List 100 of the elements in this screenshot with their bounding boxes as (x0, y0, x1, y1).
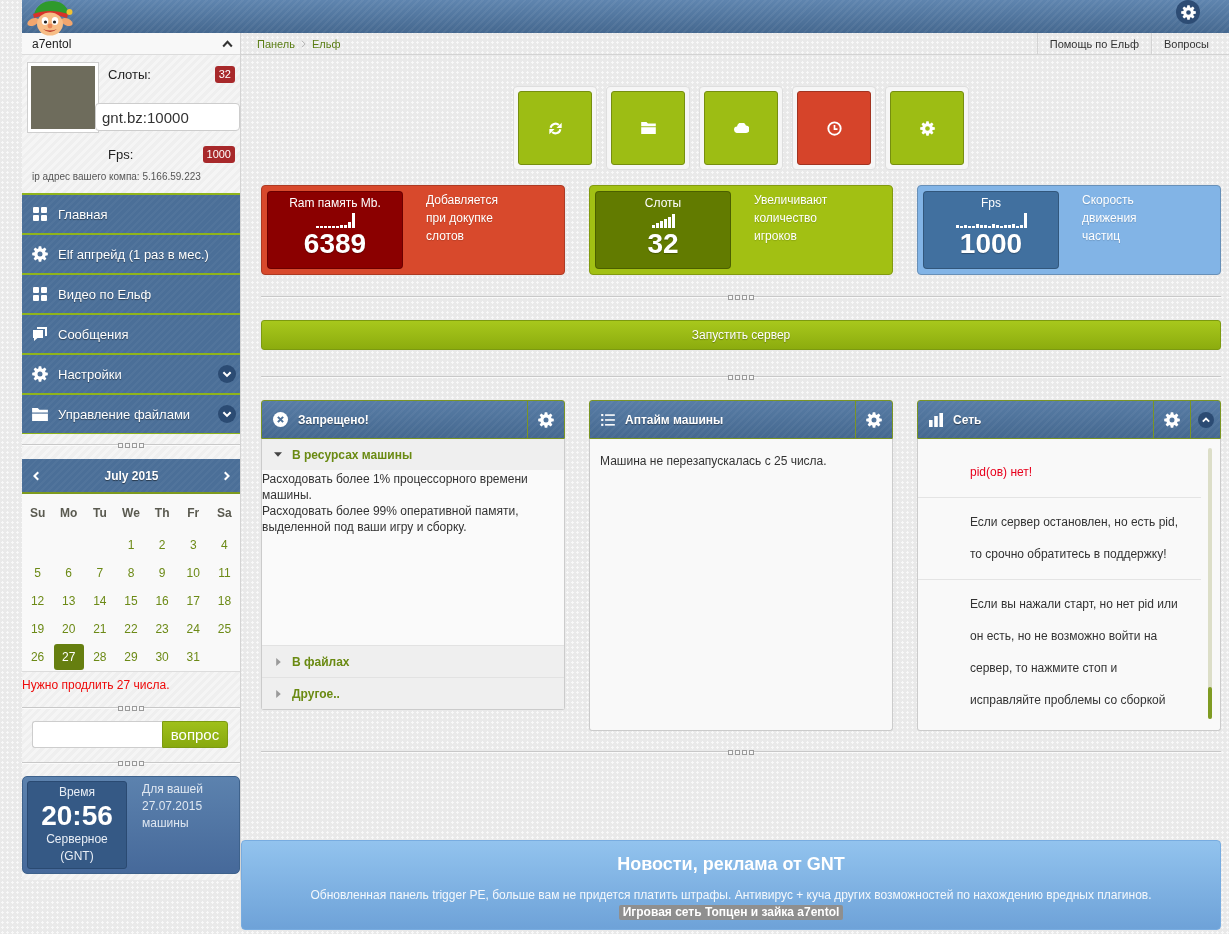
chevron-down-icon (218, 405, 236, 423)
header-link[interactable]: Вопросы (1150, 33, 1221, 54)
fps-count: 1000 (202, 145, 235, 163)
drag-handle-icon (728, 374, 754, 380)
menu-item[interactable]: Сообщения (22, 313, 240, 353)
breadcrumb-link[interactable]: Панель (257, 37, 295, 50)
stat-label: Ram память Mb. (289, 196, 381, 210)
drag-handle-icon (118, 705, 144, 711)
stat-value: 32 (647, 229, 679, 259)
panel-title: Аптайм машины (625, 412, 725, 427)
calendar-day[interactable]: 31 (178, 644, 209, 670)
weekday-label: We (121, 505, 141, 522)
ip-address-text: ip адрес вашего компа: 5.166.59.223 (32, 171, 202, 183)
photo-placeholder (27, 62, 99, 133)
clock-icon (826, 120, 842, 136)
calendar-day[interactable]: 23 (147, 616, 178, 642)
gear-icon (538, 411, 554, 428)
calendar-day[interactable]: 12 (22, 588, 53, 614)
collapse-button[interactable] (222, 39, 233, 48)
bar-sparkline (651, 212, 675, 228)
calendar-day[interactable]: 9 (147, 560, 178, 586)
cloud-icon (733, 123, 749, 133)
menu-item[interactable]: Управление файлами (22, 393, 240, 433)
accordion-header[interactable]: В ресурсах машины (262, 439, 564, 470)
chevron-down-icon (218, 365, 236, 383)
gear-icon (866, 411, 882, 428)
clock-title: Время (58, 785, 96, 799)
calendar-day[interactable]: 26 (22, 644, 53, 670)
calendar-day[interactable]: 4 (209, 532, 240, 558)
rule-text: Расходовать более 1% процессорного времени машины. (262, 471, 529, 503)
calendar-day[interactable]: 18 (209, 588, 240, 614)
calendar-day[interactable]: 20 (53, 616, 84, 642)
clock-note: Для вашей 27.07.2015 машины (142, 781, 204, 832)
weekday-label: Tu (91, 505, 108, 522)
calendar-day[interactable]: 7 (84, 560, 115, 586)
chevron-up-icon (1197, 411, 1214, 428)
gear-icon (919, 120, 935, 136)
message-text: Если сервер остановлен, но есть pid, то срочно обратитесь в поддержку! (970, 514, 1179, 563)
menu-item[interactable]: Главная (22, 193, 240, 233)
calendar-title: July 2015 (104, 468, 159, 483)
calendar-day[interactable]: 27 (53, 644, 84, 670)
server-address-field[interactable]: gnt.bz:10000 (95, 103, 240, 131)
calendar-day[interactable]: 6 (53, 560, 84, 586)
calendar-day[interactable]: 10 (178, 560, 209, 586)
calendar-day[interactable]: 17 (178, 588, 209, 614)
folder-icon (640, 122, 656, 134)
calendar-day[interactable]: 3 (178, 532, 209, 558)
settings-button[interactable] (1176, 0, 1200, 24)
menu-item[interactable]: Видео по Ельф (22, 273, 240, 313)
question-button[interactable]: вопрос (162, 721, 228, 748)
stat-description: Добавляется при докупке слотов (426, 192, 499, 245)
calendar-day[interactable]: 1 (116, 532, 146, 558)
drag-handle-icon (118, 442, 144, 448)
calendar-day[interactable]: 29 (116, 644, 146, 670)
calendar-day[interactable]: 21 (84, 616, 115, 642)
x-circle-icon (273, 412, 288, 427)
bar-sparkline (955, 212, 1027, 228)
next-month-button[interactable] (223, 470, 230, 481)
calendar-day[interactable]: 13 (53, 588, 84, 614)
start-server-button[interactable]: Запустить сервер (261, 320, 1221, 350)
weekday-label: Mo (59, 505, 79, 522)
calendar-day[interactable]: 8 (116, 560, 146, 586)
accordion-header[interactable]: Другое.. (262, 677, 564, 709)
menu-item[interactable]: Настройки (22, 353, 240, 393)
chat-icon (33, 327, 47, 341)
chevron-right-icon (301, 39, 306, 48)
clock-time: 20:56 (41, 801, 113, 831)
calendar-day[interactable]: 5 (22, 560, 53, 586)
question-field[interactable] (32, 721, 162, 748)
calendar-day[interactable]: 19 (22, 616, 53, 642)
panel-title: Запрещено! (298, 412, 370, 427)
menu-item[interactable]: Elf апгрейд (1 раз в мес.) (22, 233, 240, 273)
header-link[interactable]: Помощь по Ельф (1036, 33, 1151, 54)
scrollbar-thumb[interactable] (1208, 687, 1212, 719)
calendar-day[interactable]: 25 (209, 616, 240, 642)
news-title: Новости, реклама от GNT (616, 853, 846, 875)
weekday-label: Sa (216, 505, 233, 522)
previous-month-button[interactable] (33, 470, 40, 481)
weekday-label: Th (153, 505, 171, 522)
username: a7entol (32, 36, 72, 51)
calendar-day[interactable]: 2 (147, 532, 178, 558)
calendar-day[interactable]: 16 (147, 588, 178, 614)
gear-icon (1180, 4, 1196, 20)
accordion-header[interactable]: В файлах (262, 645, 564, 677)
news-tag: Игровая сеть Топцен и зайка a7entol (618, 905, 844, 920)
stat-value: 6389 (303, 229, 367, 259)
breadcrumb-link[interactable]: Ельф (312, 37, 341, 50)
calendar-day[interactable]: 11 (209, 560, 240, 586)
stat-description: Увеличивают количество игроков (754, 192, 829, 245)
calendar-day[interactable]: 28 (84, 644, 115, 670)
calendar-day[interactable]: 15 (116, 588, 146, 614)
scrollbar[interactable] (1208, 448, 1212, 719)
refresh-icon (547, 120, 563, 136)
stat-description: Скорость движения частиц (1082, 192, 1138, 245)
calendar-day[interactable]: 14 (84, 588, 115, 614)
calendar-day[interactable]: 30 (147, 644, 178, 670)
calendar-day[interactable]: 24 (178, 616, 209, 642)
message-text: Если вы нажали старт, но нет pid или он есть, но не возможно войти на сервер, то нажмите стоп и исправляйте проблемы со сборкой (970, 596, 1179, 709)
calendar-day[interactable]: 22 (116, 616, 146, 642)
slots-count: 32 (214, 65, 235, 83)
